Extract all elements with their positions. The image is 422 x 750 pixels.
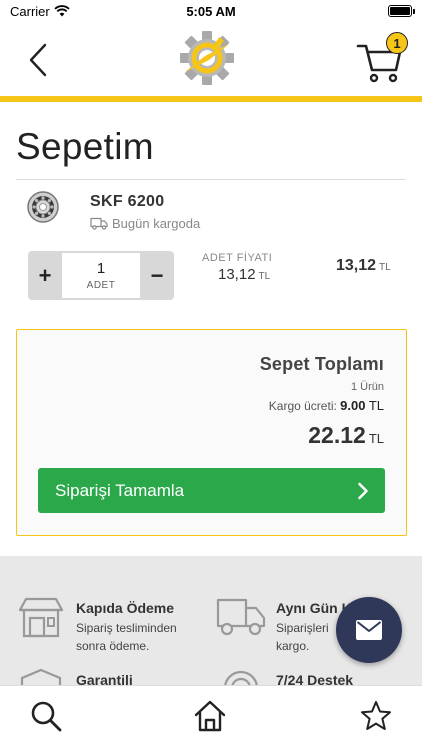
quantity-unit: ADET (86, 280, 116, 291)
quantity-stepper: + 1 ADET − (28, 251, 174, 300)
cart-count-badge: 1 (386, 32, 408, 54)
feature-support: 7/24 Destek (216, 668, 353, 686)
wifi-icon (54, 5, 70, 17)
shipping-fee-value: 9.00 (340, 398, 366, 413)
shipping-note: Bugün kargoda (90, 216, 200, 231)
shield-icon (20, 668, 62, 686)
truck-icon (90, 217, 108, 230)
search-icon (31, 701, 62, 732)
cart-button[interactable]: 1 (356, 32, 408, 84)
quantity-display[interactable]: 1 ADET (62, 253, 140, 298)
shipping-fee: Kargo ücreti: 9.00 TL (269, 398, 384, 413)
feature-desc-line: Sipariş tesliminden (76, 621, 177, 635)
app-logo (177, 28, 237, 88)
chevron-left-icon (29, 43, 47, 77)
star-icon (361, 701, 391, 730)
tab-bar (0, 685, 422, 750)
chevron-right-icon (358, 482, 368, 499)
checkout-button[interactable]: Siparişi Tamamla (38, 468, 385, 513)
unit-price: 13,12 TL (218, 266, 270, 283)
shipping-fee-currency: TL (368, 398, 384, 413)
feature-title: Garantili (76, 672, 133, 686)
feature-title: Kapıda Ödeme (76, 600, 175, 616)
feature-same-day-shipping: Aynı Gün K Siparişleri kargo. (216, 596, 352, 655)
status-bar: Carrier 5:05 AM (0, 0, 422, 22)
product-image[interactable] (26, 190, 60, 224)
nav-bar: 1 (0, 22, 422, 98)
tab-home[interactable] (192, 698, 228, 734)
store-icon (18, 597, 64, 638)
increase-quantity-button[interactable]: + (28, 251, 62, 300)
bearing-image (27, 191, 59, 223)
shipping-note-label: Bugün kargoda (112, 216, 201, 231)
item-count: 1 Ürün (350, 381, 384, 393)
tab-favorites[interactable] (358, 698, 394, 734)
unit-price-value: 13,12 (218, 266, 256, 283)
title-divider (16, 179, 406, 180)
product-name[interactable]: SKF 6200 (90, 193, 164, 211)
carrier-label: Carrier (10, 3, 50, 19)
line-total: 13,12 TL (336, 257, 391, 275)
battery-icon (388, 5, 415, 17)
status-left: Carrier (10, 4, 70, 19)
shipping-fee-label: Kargo ücreti: (268, 399, 337, 413)
unit-price-label: ADET FİYATI (202, 252, 273, 264)
cart-total: 22.12 TL (308, 422, 384, 449)
unit-price-currency: TL (258, 271, 271, 282)
mail-icon (356, 620, 382, 640)
quantity-value: 1 (96, 260, 106, 277)
checkout-label: Siparişi Tamamla (55, 480, 185, 500)
feature-desc-line: sonra ödeme. (76, 639, 150, 653)
cart-summary: Sepet Toplamı 1 Ürün Kargo ücreti: 9.00 … (16, 329, 407, 536)
support-icon (224, 670, 258, 686)
tab-search[interactable] (28, 698, 64, 734)
cart-total-currency: TL (368, 431, 384, 446)
page-title: Sepetim (16, 126, 154, 167)
back-button[interactable] (24, 40, 52, 80)
cart-total-value: 22.12 (308, 422, 366, 448)
line-total-currency: TL (379, 262, 391, 273)
header-accent-line (0, 96, 422, 102)
summary-title: Sepet Toplamı (259, 354, 384, 374)
truck-icon (216, 598, 266, 636)
gear-logo-icon (180, 31, 234, 85)
feature-guarantee: Garantili (16, 668, 133, 686)
home-icon (194, 700, 226, 732)
feature-cash-on-delivery: Kapıda Ödeme Sipariş tesliminden sonra ö… (16, 596, 177, 655)
feature-desc: Sipariş tesliminden sonra ödeme. (76, 619, 177, 655)
contact-fab-button[interactable] (336, 597, 402, 663)
decrease-quantity-button[interactable]: − (140, 251, 174, 300)
line-total-value: 13,12 (336, 257, 377, 274)
feature-title: 7/24 Destek (276, 672, 354, 686)
